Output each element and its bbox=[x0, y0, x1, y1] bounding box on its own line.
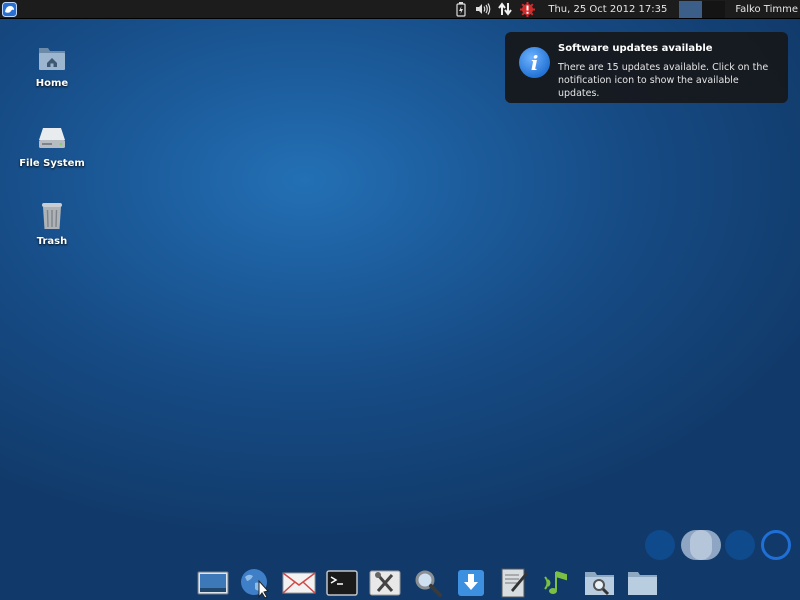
desktop-icon-label: File System bbox=[19, 158, 85, 169]
hard-drive-icon bbox=[36, 122, 68, 154]
desktop-icon-home[interactable]: Home bbox=[12, 42, 92, 89]
workspace-switcher bbox=[679, 0, 726, 18]
mail-icon[interactable] bbox=[281, 565, 317, 600]
workspace-2[interactable] bbox=[702, 0, 726, 18]
network-icon[interactable] bbox=[496, 1, 514, 17]
xfce-menu-icon bbox=[2, 1, 17, 17]
download-icon[interactable] bbox=[453, 565, 489, 600]
system-tray bbox=[450, 0, 538, 19]
terminal-icon[interactable] bbox=[324, 565, 360, 600]
user-name[interactable]: Falko Timme bbox=[729, 4, 800, 15]
top-panel: Thu, 25 Oct 2012 17:35 Falko Timme bbox=[0, 0, 800, 19]
desktop-icon-trash[interactable]: Trash bbox=[12, 200, 92, 247]
bottom-dock bbox=[195, 565, 661, 600]
web-browser-icon[interactable] bbox=[238, 565, 274, 600]
show-desktop-icon[interactable] bbox=[195, 565, 231, 600]
wallpaper-logo bbox=[645, 530, 795, 562]
notification-body: There are 15 updates available. Click on… bbox=[558, 62, 769, 99]
desktop-icon-label: Trash bbox=[36, 236, 68, 247]
workspace-1[interactable] bbox=[679, 0, 703, 18]
volume-icon[interactable] bbox=[474, 1, 492, 17]
text-editor-icon[interactable] bbox=[496, 565, 532, 600]
search-icon[interactable] bbox=[410, 565, 446, 600]
desktop-icon-label: Home bbox=[35, 78, 69, 89]
file-manager-icon[interactable] bbox=[625, 565, 661, 600]
panel-clock[interactable]: Thu, 25 Oct 2012 17:35 bbox=[538, 4, 675, 15]
info-icon: i bbox=[519, 47, 550, 78]
settings-icon[interactable] bbox=[367, 565, 403, 600]
applications-menu-button[interactable] bbox=[0, 0, 19, 19]
home-folder-icon bbox=[36, 42, 68, 74]
trash-icon bbox=[36, 200, 68, 232]
file-search-icon[interactable] bbox=[582, 565, 618, 600]
battery-icon[interactable] bbox=[452, 1, 470, 17]
update-notifier-icon[interactable] bbox=[518, 1, 536, 17]
update-notification[interactable]: i Software updates available There are 1… bbox=[505, 32, 788, 103]
notification-title: Software updates available bbox=[558, 43, 713, 54]
desktop-icon-file-system[interactable]: File System bbox=[12, 122, 92, 169]
music-player-icon[interactable] bbox=[539, 565, 575, 600]
